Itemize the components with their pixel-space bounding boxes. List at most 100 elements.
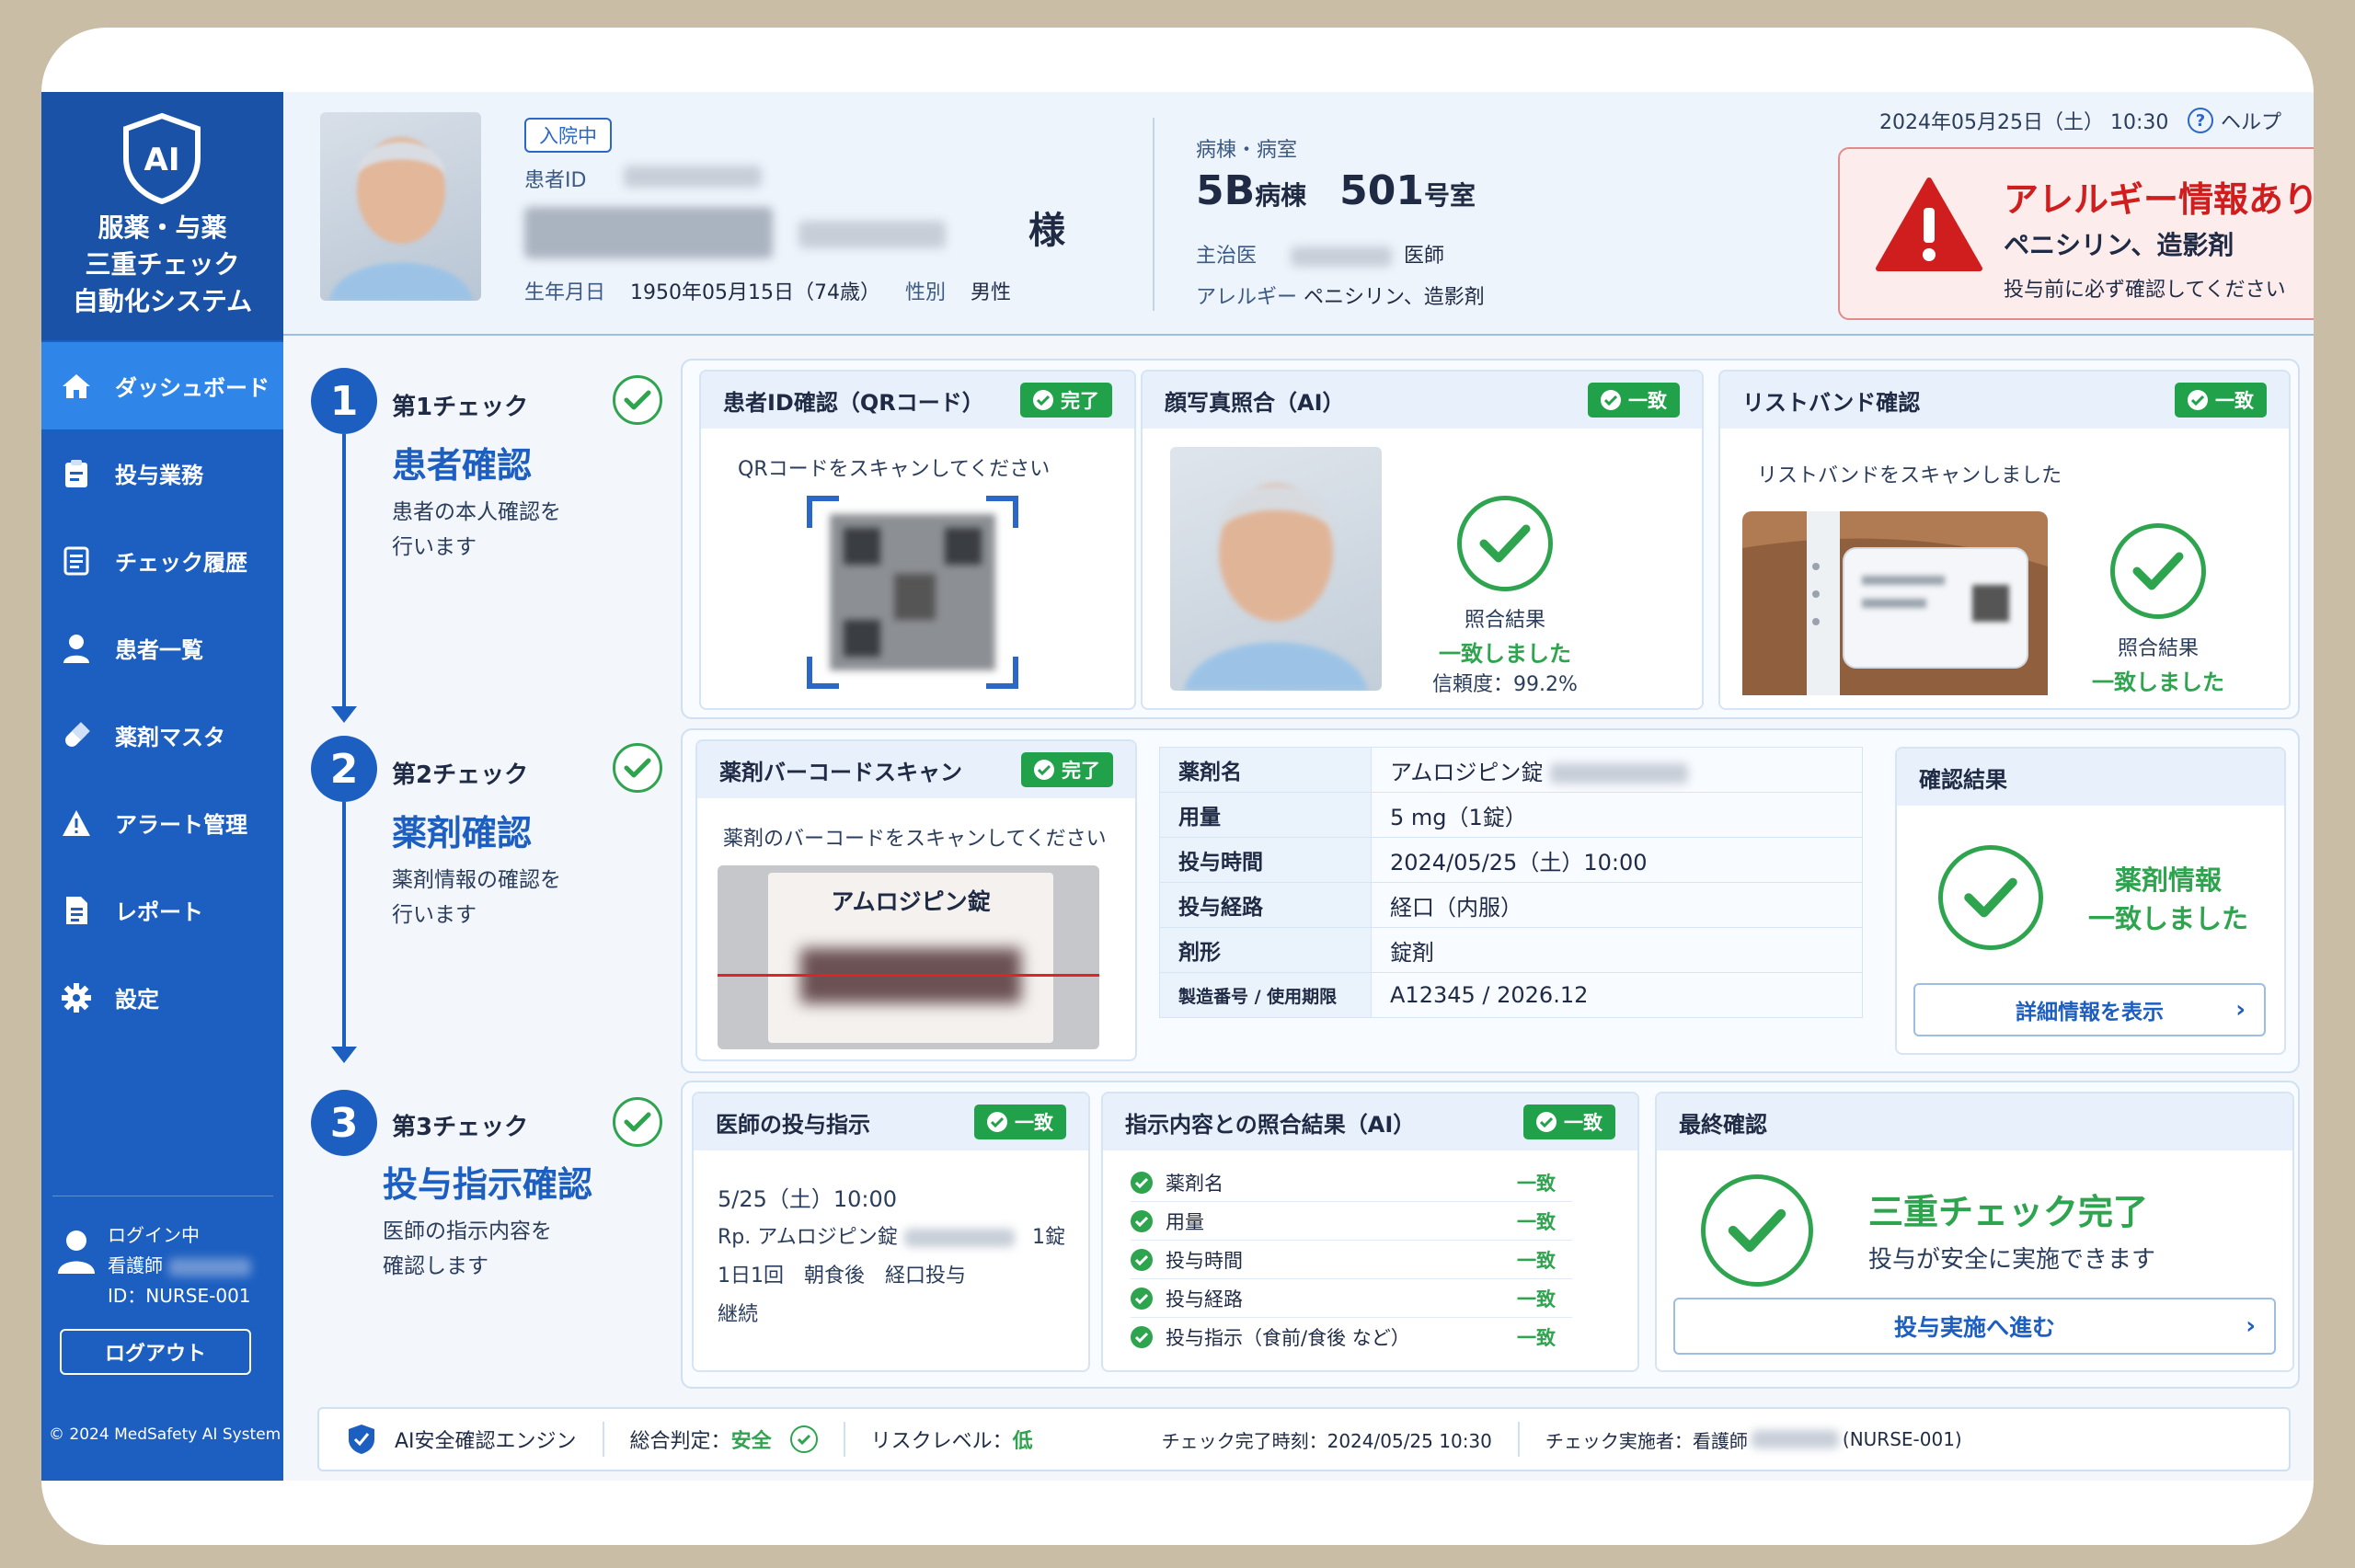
safety-status-bar: AI安全確認エンジン 総合判定： 安全 リスクレベル： 低 チェック完了時刻：2… [317, 1407, 2291, 1471]
row-key: 用量 [1159, 792, 1372, 838]
app-title: 服薬・与薬 三重チェック 自動化システム [72, 212, 253, 316]
step-arrow [331, 434, 357, 723]
nav-item-alert-management[interactable]: アラート管理 [41, 779, 283, 866]
check-icon [1131, 1248, 1153, 1271]
status-tag-complete: 完了 [1020, 383, 1112, 418]
alert-title: アレルギー情報あり [2004, 179, 2314, 220]
match-result-label: 照合結果 [1464, 609, 1545, 632]
nav-item-drug-master[interactable]: 薬剤マスタ [41, 692, 283, 779]
dob-label: 生年月日 [524, 281, 606, 304]
tag-label: 完了 [1061, 390, 1099, 412]
patient-kana-redacted [798, 221, 946, 248]
help-label: ヘルプ [2221, 111, 2282, 134]
row-key: 薬剤名 [1159, 747, 1372, 793]
tag-label: 一致 [1628, 390, 1667, 412]
nav-label: ダッシュボード [115, 375, 270, 401]
scan-line [718, 974, 1099, 977]
wristband-result-label: 照合結果 [2117, 637, 2199, 660]
warning-icon [58, 805, 95, 841]
engine-label: AI安全確認エンジン [395, 1430, 577, 1453]
status-tag-complete: 完了 [1021, 752, 1113, 787]
button-label: 投与実施へ進む [1893, 1314, 2055, 1341]
list-item: 投与時間 一致 [1131, 1241, 1572, 1279]
check-icon [1131, 1209, 1153, 1232]
nav-item-report[interactable]: レポート [41, 866, 283, 954]
table-row: 投与経路 経口（内服） [1159, 882, 1863, 928]
wristband-card: リストバンド確認 一致 リストバンドをスキャンしました 照合結果 一致しました [1718, 370, 2291, 710]
match-result: 一致しました [1439, 641, 1571, 667]
match-item-label: 薬剤名 [1166, 1172, 1223, 1195]
sidebar: AI 服薬・与薬 三重チェック 自動化システム ダッシュボード 投与業務 チェッ… [41, 92, 283, 1481]
nav-label: レポート [115, 899, 203, 925]
check-icon [2188, 390, 2208, 410]
logout-button[interactable]: ログアウト [60, 1329, 251, 1375]
match-item-value: 一致 [1517, 1172, 1556, 1195]
list-item: 用量 一致 [1131, 1202, 1572, 1241]
tag-label: 一致 [1015, 1112, 1053, 1134]
allergy-label: アレルギー [1196, 286, 1298, 309]
match-item-label: 投与経路 [1166, 1288, 1243, 1310]
status-tag-match: 一致 [974, 1104, 1066, 1139]
step-1-panel: 患者ID確認（QRコード） 完了 QRコードをスキャンしてください 顔写真照合（A… [681, 359, 2300, 719]
order-frequency: 1日1回 朝食後 経口投与 [718, 1265, 966, 1288]
drug-package-label: アムロジピン錠 [831, 888, 991, 915]
table-row: 剤形 錠剤 [1159, 927, 1863, 973]
check-icon [987, 1112, 1007, 1132]
nav-item-check-history[interactable]: チェック履歴 [41, 517, 283, 604]
pill-icon [58, 717, 95, 754]
list-item: 薬剤名 一致 [1131, 1163, 1572, 1202]
home-icon [58, 368, 95, 405]
current-datetime: 2024年05月25日（土） 10:30 [1879, 111, 2169, 134]
check-icon [613, 375, 662, 425]
drug-result-line2: 一致しました [2087, 903, 2248, 934]
row-key: 投与時間 [1159, 837, 1372, 883]
ward-label: 病棟・病室 [1196, 139, 1298, 162]
drug-result-line1: 薬剤情報 [2114, 864, 2222, 896]
view-details-button[interactable]: 詳細情報を表示 › [1913, 983, 2266, 1036]
list-icon [58, 543, 95, 579]
drug-info-table: 薬剤名 アムロジピン錠 用量 5 mg（1錠） 投与時間 2024/05/25（土）1… [1159, 747, 1863, 1018]
qr-instruction: QRコードをスキャンしてください [738, 458, 1051, 481]
sex-value: 男性 [971, 281, 1012, 304]
check-icon [1536, 1112, 1557, 1132]
patient-header: 入院中 患者ID 様 生年月日 1950年05月15日（74歳） 性別 男性 病… [283, 92, 2314, 336]
drug-package: アムロジピン錠 [768, 873, 1053, 1043]
chevron-right-icon: › [2246, 1312, 2256, 1340]
nav-label: 設定 [115, 987, 159, 1013]
nav-label: 患者一覧 [115, 637, 203, 663]
ward-unit: 病棟 [1255, 180, 1307, 211]
nav-item-administration[interactable]: 投与業務 [41, 429, 283, 517]
patient-honorific: 様 [1028, 210, 1065, 252]
card-title: 指示内容との照合結果（AI） [1125, 1111, 1416, 1138]
room-unit: 号室 [1424, 180, 1476, 211]
nav-item-dashboard[interactable]: ダッシュボード [41, 342, 283, 429]
judgement-label: 総合判定： [629, 1430, 731, 1453]
chevron-right-icon: › [2235, 996, 2246, 1024]
copyright: © 2024 MedSafety AI System [49, 1425, 281, 1444]
match-item-value: 一致 [1517, 1249, 1556, 1272]
nav-item-settings[interactable]: 設定 [41, 954, 283, 1041]
card-title: リストバンド確認 [1742, 389, 1921, 416]
face-match-card: 顔写真照合（AI） 一致 照合結果 一致しました 信頼度：99.2% [1141, 370, 1704, 710]
order-rp: Rp. アムロジピン錠 [718, 1220, 1015, 1250]
order-drug-redacted [903, 1229, 1015, 1247]
nav-label: 薬剤マスタ [115, 725, 225, 750]
nav-label: チェック履歴 [115, 550, 247, 576]
patient-photo [320, 112, 481, 301]
document-icon [58, 892, 95, 929]
risk-label: リスクレベル： [870, 1430, 1013, 1453]
operator-label: チェック実施者：看護師 [1545, 1429, 1748, 1452]
help-link[interactable]: ? ヘルプ [2188, 106, 2281, 135]
step-3-panel: 医師の投与指示 一致 5/25（土）10:00 Rp. アムロジピン錠 1錠 1日… [681, 1081, 2300, 1389]
table-row: 用量 5 mg（1錠） [1159, 792, 1863, 838]
wristband-photo [1742, 511, 2048, 695]
step-title: 薬剤確認 [392, 813, 533, 853]
nav-item-patient-list[interactable]: 患者一覧 [41, 604, 283, 692]
step-description: 薬剤情報の確認を 行います [392, 868, 561, 927]
nav-label: 投与業務 [115, 463, 203, 488]
wristband-result: 一致しました [2092, 670, 2224, 695]
ward-room: 5B病棟 501号室 [1196, 167, 1509, 214]
proceed-administration-button[interactable]: 投与実施へ進む › [1673, 1298, 2276, 1355]
final-message: 投与が安全に実施できます [1868, 1246, 2156, 1274]
doctor-suffix: 医師 [1404, 245, 1445, 268]
